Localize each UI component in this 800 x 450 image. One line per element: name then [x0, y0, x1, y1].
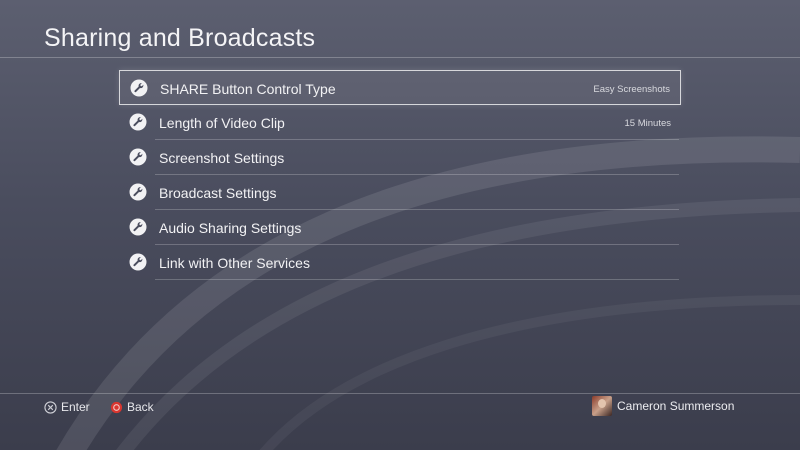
menu-item-label: Length of Video Clip	[159, 115, 285, 131]
menu-item-label: Audio Sharing Settings	[159, 220, 302, 236]
user-name: Cameron Summerson	[617, 399, 735, 413]
wrench-icon	[129, 183, 147, 201]
wrench-icon	[129, 113, 147, 131]
wrench-icon	[129, 218, 147, 236]
circle-button-icon	[110, 401, 123, 413]
header-divider	[0, 57, 800, 58]
menu-item[interactable]: Screenshot Settings	[119, 140, 681, 175]
wrench-icon	[129, 148, 147, 166]
menu-item[interactable]: SHARE Button Control Type Easy Screenshot…	[119, 70, 681, 105]
settings-menu: SHARE Button Control Type Easy Screenshot…	[119, 70, 681, 280]
wrench-icon	[130, 79, 148, 97]
menu-item-value: 15 Minutes	[624, 118, 671, 129]
menu-item[interactable]: Audio Sharing Settings	[119, 210, 681, 245]
enter-label: Enter	[61, 400, 90, 414]
page-title: Sharing and Broadcasts	[44, 24, 316, 52]
user-profile[interactable]: Cameron Summerson	[592, 396, 734, 416]
menu-item[interactable]: Length of Video Clip 15 Minutes	[119, 105, 681, 140]
avatar	[592, 396, 612, 416]
wrench-icon	[129, 253, 147, 271]
footer-divider	[0, 393, 800, 394]
menu-item-label: Link with Other Services	[159, 255, 310, 271]
menu-item[interactable]: Link with Other Services	[119, 245, 681, 280]
menu-separator	[155, 279, 679, 280]
menu-item-value: Easy Screenshots	[593, 84, 670, 95]
enter-hint[interactable]: Enter	[44, 399, 90, 415]
menu-item[interactable]: Broadcast Settings	[119, 175, 681, 210]
menu-item-label: Screenshot Settings	[159, 150, 285, 166]
back-hint[interactable]: Back	[110, 399, 154, 415]
cross-button-icon	[44, 400, 57, 414]
menu-item-label: SHARE Button Control Type	[160, 81, 336, 97]
menu-item-label: Broadcast Settings	[159, 185, 277, 201]
back-label: Back	[127, 400, 154, 414]
